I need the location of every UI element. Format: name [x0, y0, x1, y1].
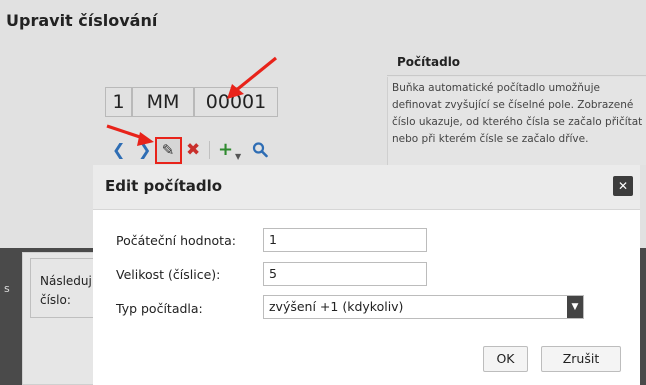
modal-title: Edit počítadlo	[105, 177, 223, 195]
digits-label: Velikost (číslice):	[116, 267, 221, 282]
start-value-input[interactable]: 1	[263, 228, 427, 252]
cancel-button[interactable]: Zrušit	[541, 346, 621, 372]
ok-button[interactable]: OK	[483, 346, 528, 372]
counter-type-label: Typ počítadla:	[116, 301, 203, 316]
digits-input[interactable]: 5	[263, 262, 427, 286]
close-icon[interactable]: ✕	[613, 176, 633, 196]
start-value-label: Počáteční hodnota:	[116, 233, 236, 248]
next-number-label: Následuj číslo:	[40, 274, 92, 307]
counter-type-select[interactable]: zvýšení +1 (kdykoliv)	[263, 295, 584, 319]
arrow-head-left	[137, 132, 154, 146]
side-text-fragment: s	[4, 282, 10, 295]
chevron-down-icon[interactable]: ▼	[567, 296, 583, 318]
